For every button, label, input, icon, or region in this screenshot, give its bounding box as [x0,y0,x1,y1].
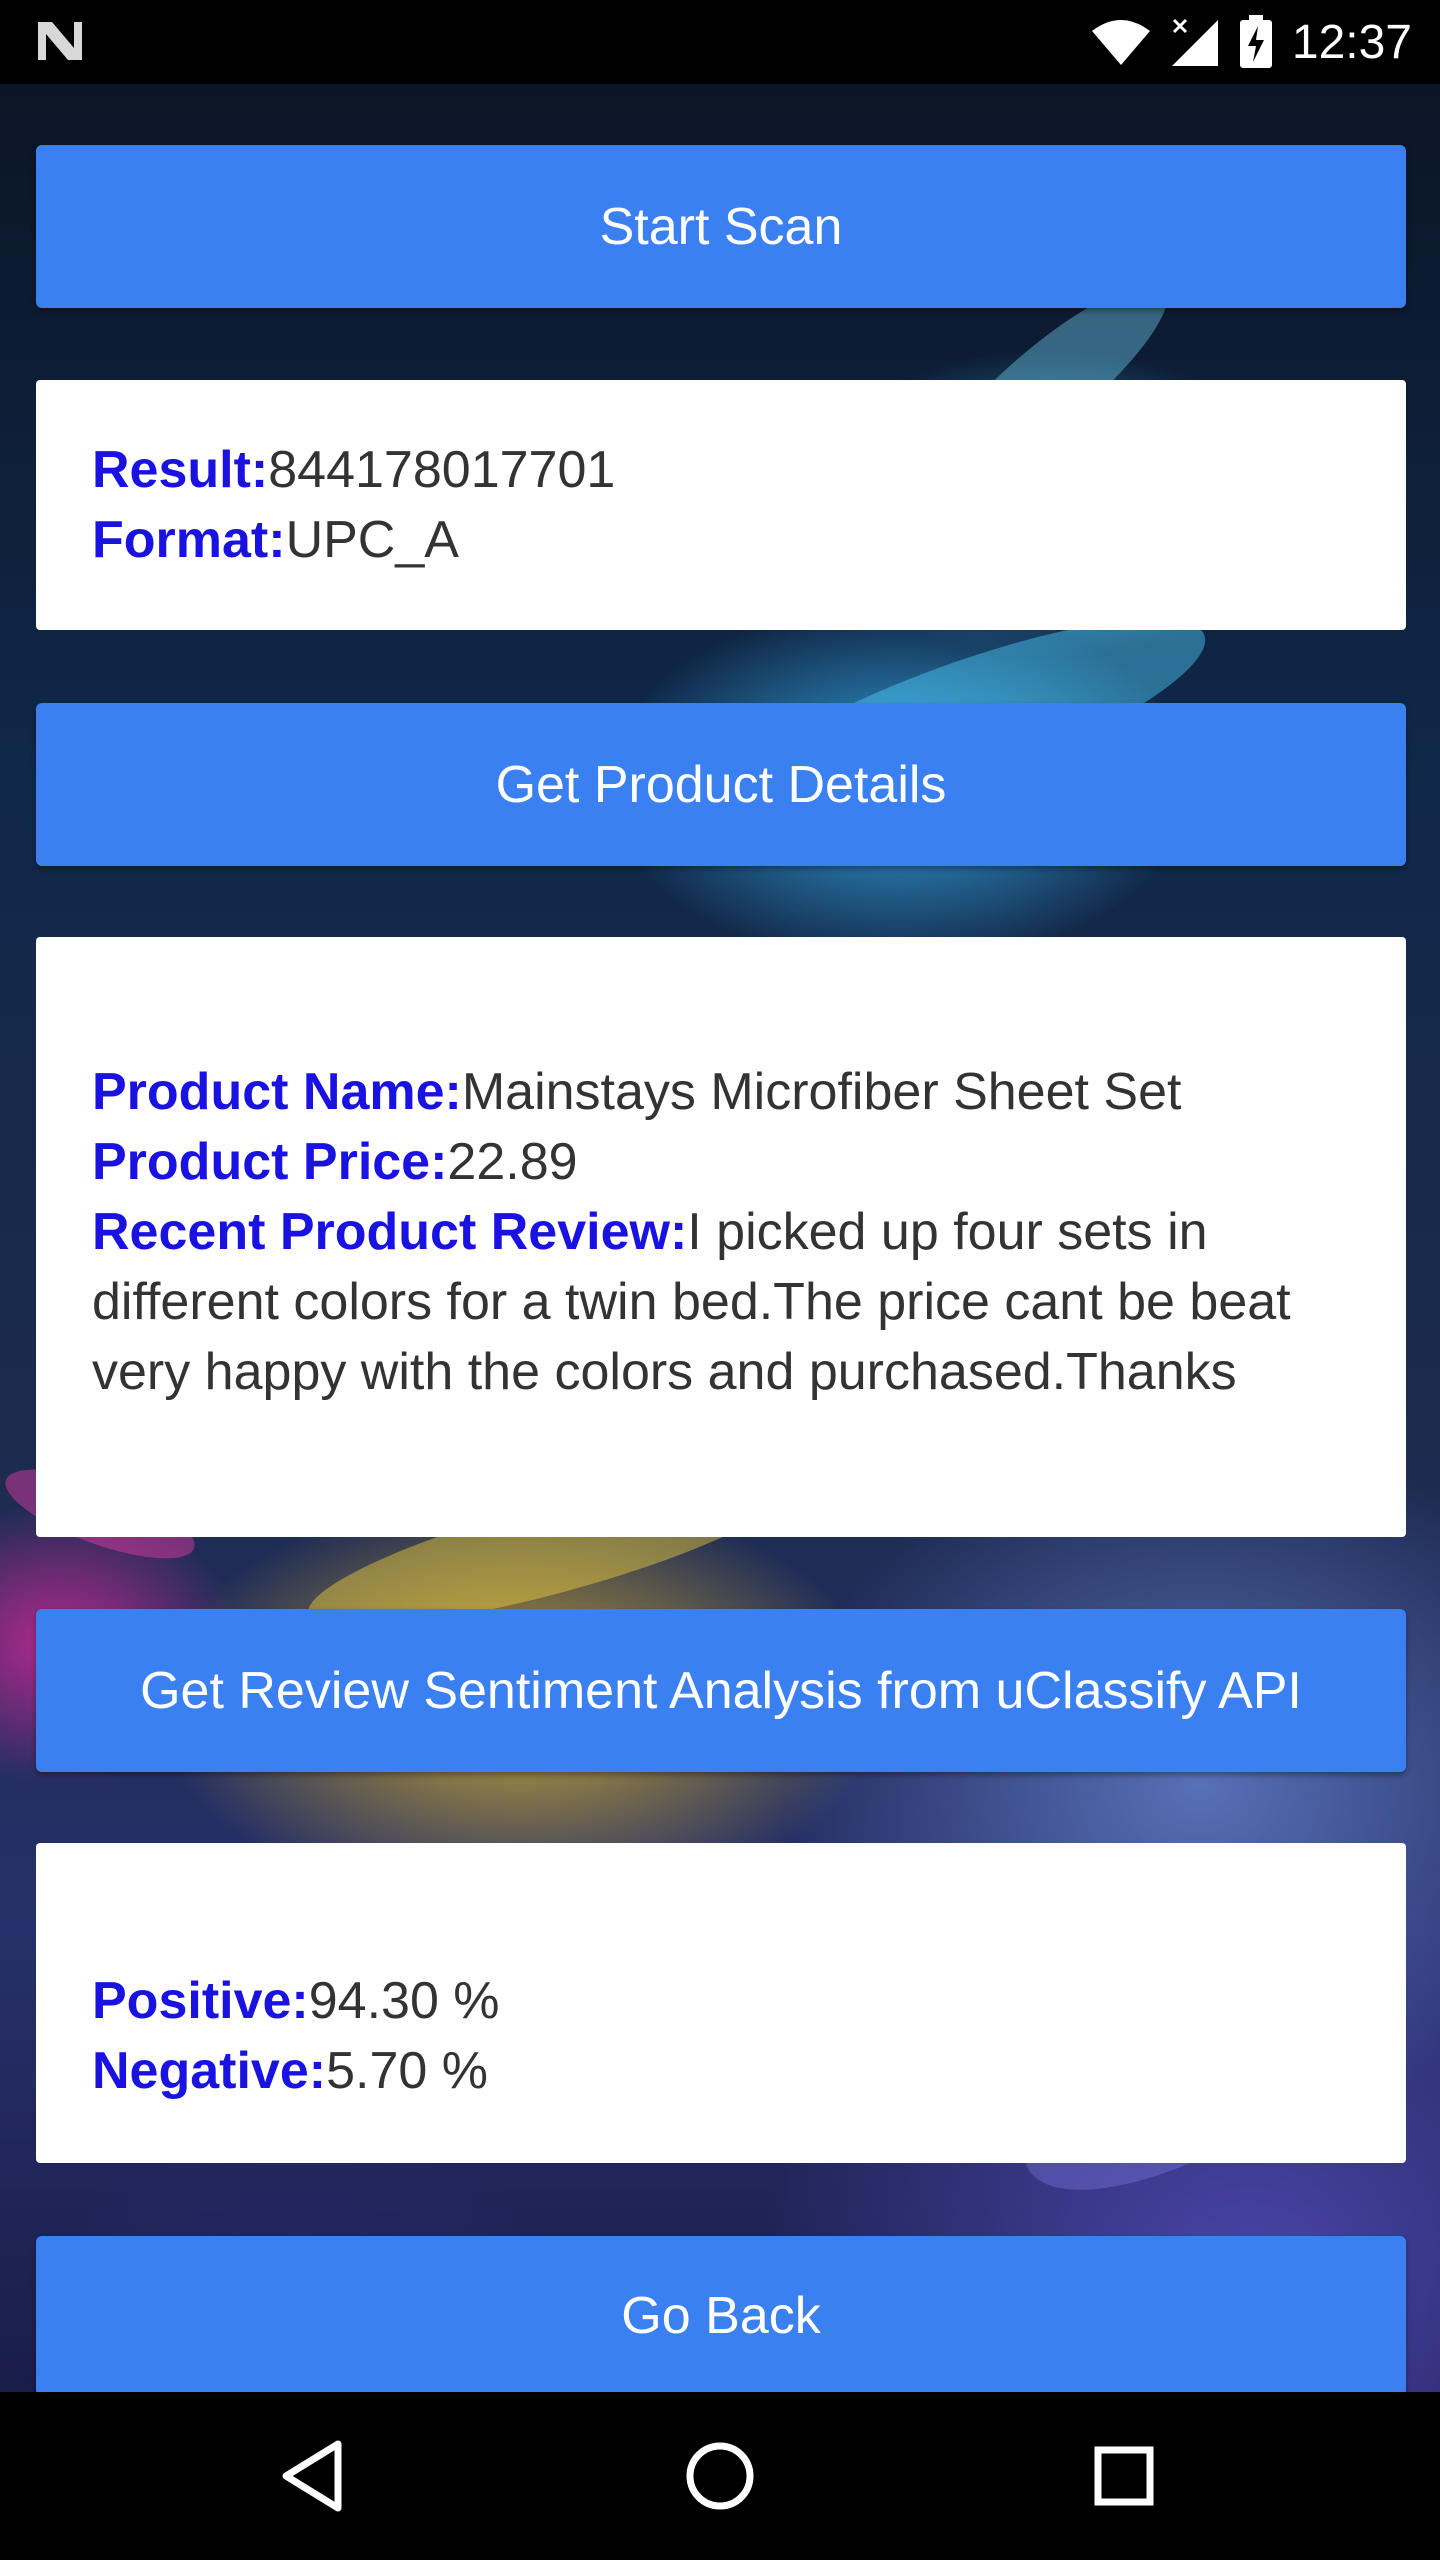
product-price-value: 22.89 [447,1133,578,1191]
android-n-icon [38,22,82,60]
product-price-label: Product Price: [92,1133,448,1191]
product-name-row: Product Name:Mainstays Microfiber Sheet … [92,1057,1350,1127]
recents-icon[interactable] [1078,2430,1170,2522]
battery-charging-icon [1239,15,1272,68]
home-icon[interactable] [674,2430,766,2522]
status-bar: 12:37 [0,0,1440,84]
product-price-row: Product Price:22.89 [92,1127,1350,1197]
negative-label: Negative: [92,2042,327,2100]
status-time: 12:37 [1291,15,1412,69]
go-back-button[interactable]: Go Back [36,2236,1406,2396]
format-label: Format: [92,511,286,569]
positive-value: 94.30 % [308,1972,500,2030]
result-row: Result:844178017701 [92,435,1350,505]
negative-value: 5.70 % [326,2042,488,2100]
get-product-details-button[interactable]: Get Product Details [36,703,1406,866]
format-row: Format:UPC_A [92,505,1350,575]
product-review-row: Recent Product Review:I picked up four s… [92,1197,1350,1407]
product-details-card: Product Name:Mainstays Microfiber Sheet … [36,937,1406,1537]
result-label: Result: [92,441,269,499]
sentiment-result-card: Positive:94.30 % Negative:5.70 % [36,1843,1406,2163]
get-sentiment-button[interactable]: Get Review Sentiment Analysis from uClas… [36,1609,1406,1772]
product-name-label: Product Name: [92,1063,462,1121]
product-review-label: Recent Product Review: [92,1203,688,1261]
status-icons: 12:37 [1090,12,1412,72]
negative-row: Negative:5.70 % [92,2036,1350,2106]
format-value: UPC_A [285,511,459,569]
wifi-icon [1091,20,1150,65]
product-name-value: Mainstays Microfiber Sheet Set [461,1063,1182,1121]
back-icon[interactable] [270,2430,362,2522]
navigation-bar [0,2392,1440,2560]
result-value: 844178017701 [268,441,616,499]
scan-result-card: Result:844178017701 Format:UPC_A [36,380,1406,630]
positive-row: Positive:94.30 % [92,1966,1350,2036]
start-scan-button[interactable]: Start Scan [36,145,1406,308]
positive-label: Positive: [92,1972,309,2030]
cell-signal-icon [1171,18,1218,66]
